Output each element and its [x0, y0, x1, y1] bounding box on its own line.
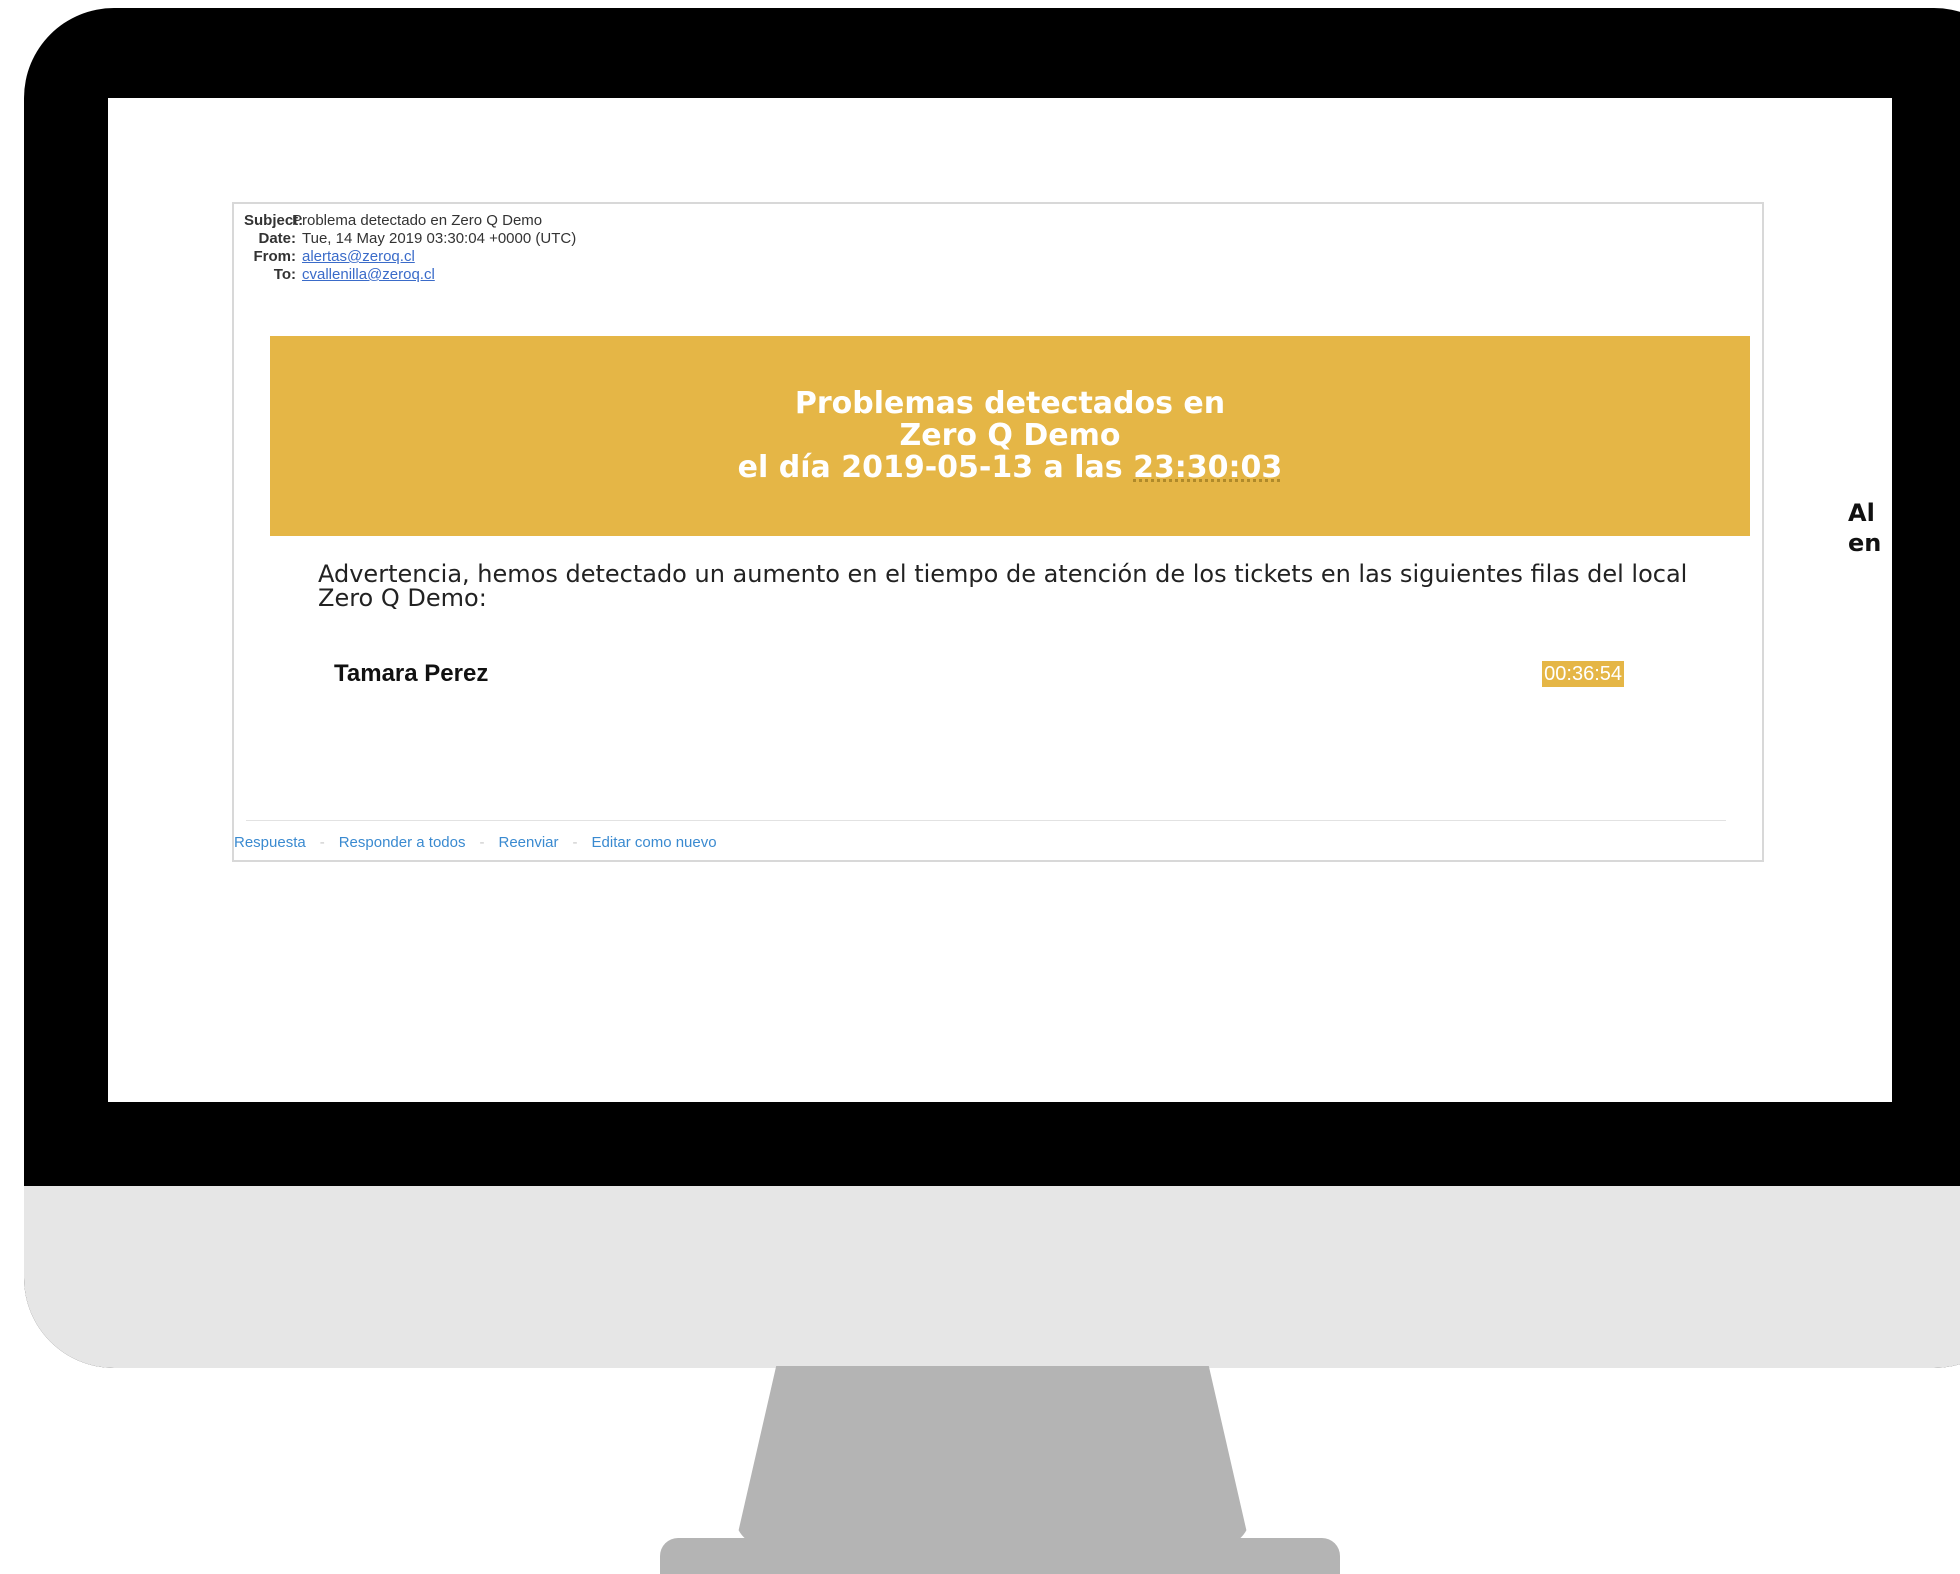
alert-banner: Problemas detectados en Zero Q Demo el d…: [270, 336, 1750, 536]
banner-line-3: el día 2019-05-13 a las 23:30:03: [738, 452, 1283, 484]
banner-date-text: el día 2019-05-13 a las: [737, 450, 1134, 485]
banner-line-2: Zero Q Demo: [899, 418, 1121, 453]
monitor-stand-neck: [735, 1366, 1250, 1546]
to-email-link[interactable]: cvallenilla@zeroq.cl: [302, 266, 435, 284]
reply-all-button[interactable]: Responder a todos: [339, 834, 466, 851]
email-headers: Subject: Problema detectado en Zero Q De…: [244, 212, 576, 284]
subject-label: Subject:: [244, 212, 304, 229]
monitor-stand-base: [660, 1538, 1340, 1574]
subject-row: Subject: Problema detectado en Zero Q De…: [244, 212, 576, 230]
to-label: To:: [273, 266, 296, 283]
from-email-link[interactable]: alertas@zeroq.cl: [302, 248, 415, 266]
separator: -: [572, 834, 578, 851]
separator: -: [479, 834, 485, 851]
separator: -: [319, 834, 325, 851]
list-item: Tamara Perez 00:36:54: [334, 658, 1624, 690]
date-value: Tue, 14 May 2019 03:30:04 +0000 (UTC): [302, 230, 577, 247]
subject-value: Problema detectado en Zero Q Demo: [292, 212, 543, 229]
line-wait-time: 00:36:54: [1542, 661, 1624, 687]
date-row: Date: Tue, 14 May 2019 03:30:04 +0000 (U…: [244, 230, 576, 248]
to-row: To: cvallenilla@zeroq.cl: [244, 266, 576, 284]
date-label: Date:: [258, 230, 296, 247]
actions-divider: [246, 820, 1726, 821]
banner-time: 23:30:03: [1133, 450, 1283, 485]
email-actions: Respuesta - Responder a todos - Reenviar…: [234, 834, 717, 851]
email-message: Subject: Problema detectado en Zero Q De…: [232, 202, 1764, 862]
from-row: From: alertas@zeroq.cl: [244, 248, 576, 266]
monitor-screen: Subject: Problema detectado en Zero Q De…: [108, 98, 1892, 1102]
from-label: From:: [253, 248, 297, 265]
monitor-chin: [24, 1186, 1960, 1368]
banner-line-1: Problemas detectados en: [794, 386, 1226, 421]
reply-button[interactable]: Respuesta: [234, 834, 306, 851]
warning-text: Advertencia, hemos detectado un aumento …: [318, 560, 1688, 612]
cropped-side-text: Al en: [1848, 499, 1882, 557]
line-name: Tamara Perez: [334, 660, 489, 687]
forward-button[interactable]: Reenviar: [498, 834, 558, 851]
edit-as-new-button[interactable]: Editar como nuevo: [592, 834, 717, 851]
